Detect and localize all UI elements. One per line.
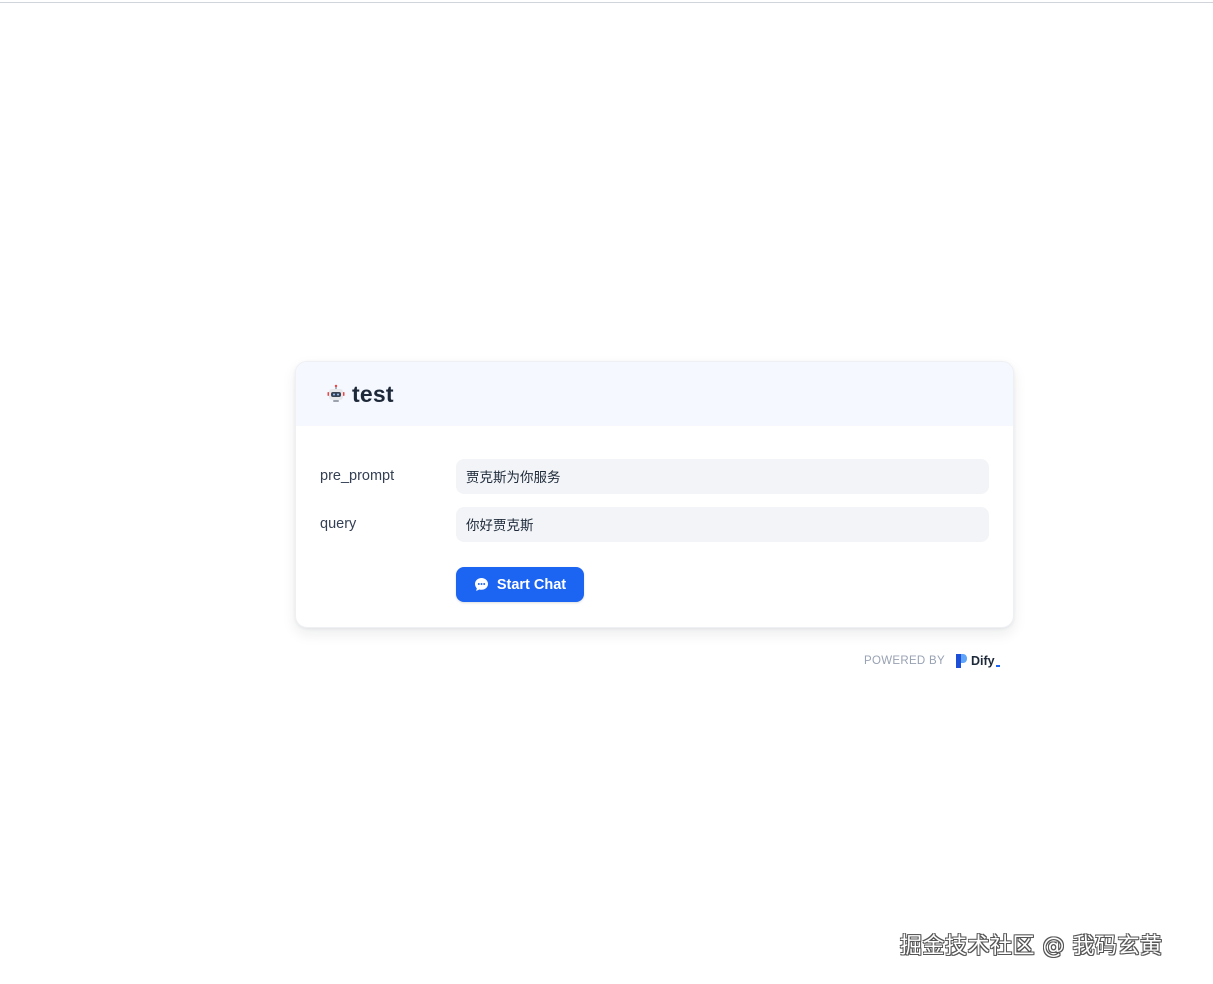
query-label: query	[320, 516, 357, 532]
watermark: 掘金技术社区 @ 我码玄黄	[900, 934, 1163, 959]
query-input[interactable]: 你好贾克斯	[456, 506, 989, 542]
pre-prompt-input[interactable]: 贾克斯为你服务	[456, 458, 989, 494]
powered-by-text: POWERED BY	[864, 655, 945, 667]
pre-prompt-label: pre_prompt	[320, 468, 395, 484]
card-header: test	[296, 362, 1013, 426]
dify-logo[interactable]: Dify	[955, 654, 1000, 668]
robot-icon	[326, 384, 346, 404]
top-divider	[0, 2, 1213, 3]
app-title: test	[352, 380, 394, 407]
app-card: test pre_prompt 贾克斯为你服务 query 你好贾克斯 Star…	[295, 361, 1014, 628]
start-chat-button[interactable]: Start Chat	[456, 567, 584, 602]
dify-logo-icon	[955, 654, 967, 668]
dify-logo-dot	[995, 664, 1000, 667]
powered-by-footer: POWERED BY Dify	[864, 652, 1000, 670]
form-row-query: query 你好贾克斯	[296, 506, 1013, 542]
chat-bubble-icon	[474, 577, 489, 592]
form-row-pre-prompt: pre_prompt 贾克斯为你服务	[296, 458, 1013, 494]
dify-brand-text: Dify	[970, 654, 995, 668]
start-chat-label: Start Chat	[496, 576, 567, 593]
